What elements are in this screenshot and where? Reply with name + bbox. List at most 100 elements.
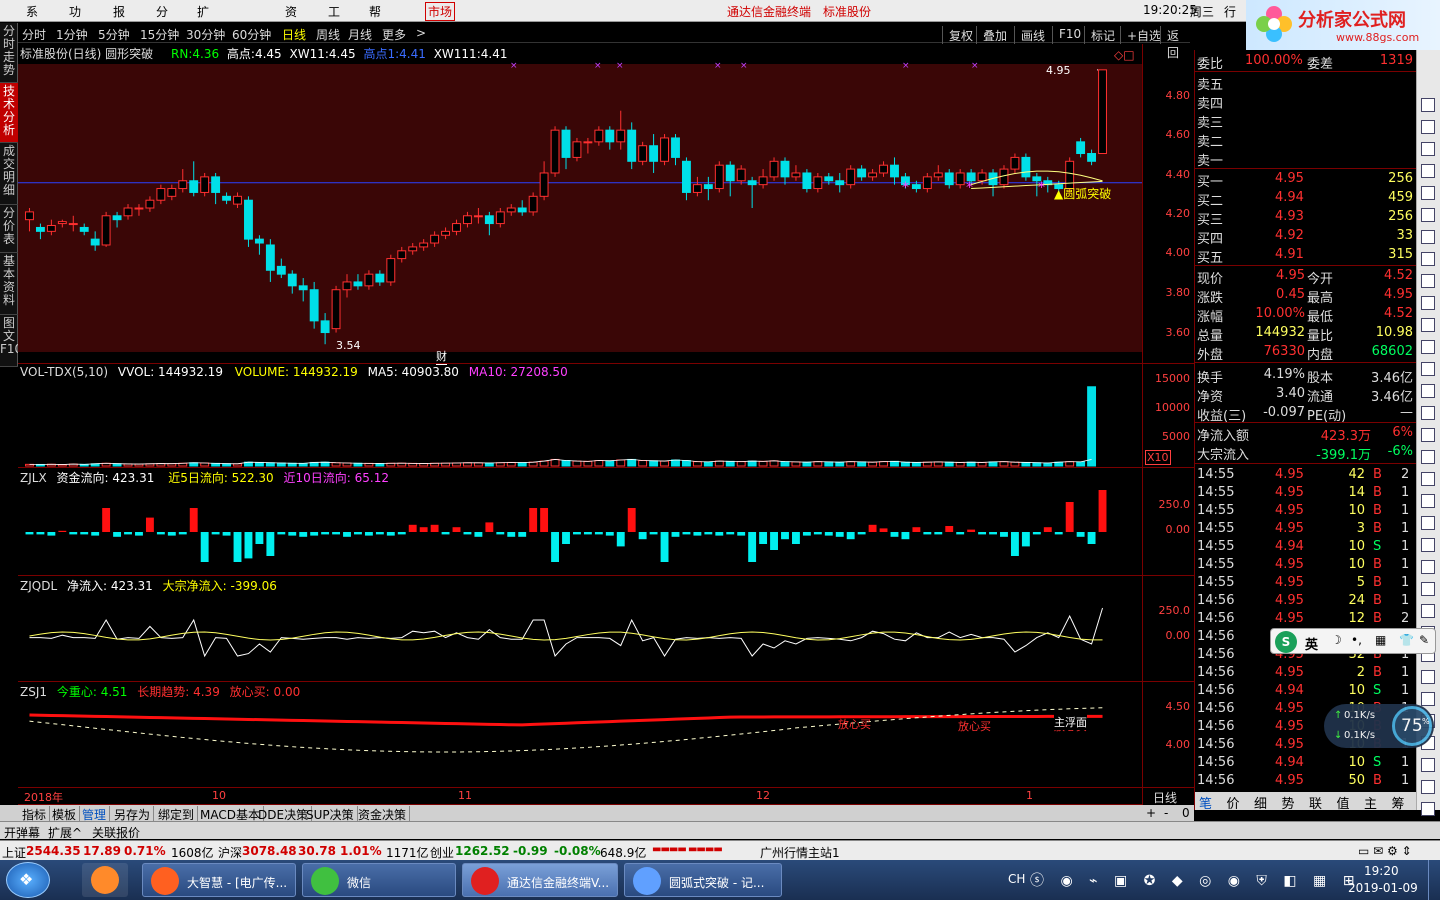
period-0[interactable]: 分时	[22, 26, 46, 43]
vol-bar-92	[1032, 462, 1042, 467]
side-tool-icon-18[interactable]	[1421, 494, 1435, 508]
side-tool-icon-4[interactable]	[1421, 186, 1435, 200]
moon-icon[interactable]: ☽	[1331, 633, 1342, 647]
side-tool-icon-19[interactable]	[1421, 516, 1435, 530]
left-tab-1[interactable]: 技术分析	[0, 83, 18, 143]
period-8[interactable]: 月线	[348, 26, 372, 43]
side-tool-icon-16[interactable]	[1421, 450, 1435, 464]
start-button[interactable]: ❖	[6, 862, 50, 898]
side-tool-icon-23[interactable]	[1421, 604, 1435, 618]
left-tab-0[interactable]: 分时走势	[0, 23, 18, 83]
period-7[interactable]: 周线	[316, 26, 340, 43]
quote-tab-0[interactable]: 笔	[1199, 793, 1212, 812]
left-tab-4[interactable]: 基本资料	[0, 253, 18, 315]
period-9[interactable]: 更多	[382, 26, 406, 43]
left-tab-5[interactable]: 图文F10	[0, 315, 22, 367]
side-tool-icon-22[interactable]	[1421, 582, 1435, 596]
quote-tab-6[interactable]: 主	[1364, 793, 1377, 812]
ime-lang[interactable]: 英	[1305, 634, 1318, 653]
side-tool-icon-1[interactable]	[1421, 120, 1435, 134]
quote-tab-3[interactable]: 势	[1282, 793, 1295, 812]
quote-tab-4[interactable]: 联	[1309, 793, 1322, 812]
side-tool-icon-9[interactable]	[1421, 296, 1435, 310]
zjlx-panel[interactable]: ZJLX 资金流向: 423.31 近5日流向: 522.30 近10日流向: …	[18, 468, 1142, 576]
menu-extra[interactable]: 行	[1224, 3, 1236, 20]
toolbar-button-1[interactable]: 叠加	[976, 26, 1013, 44]
side-tool-icon-11[interactable]	[1421, 340, 1435, 354]
network-speed-widget[interactable]: ↑ 0.1K/s ↓ 0.1K/s 75 %	[1324, 704, 1434, 748]
side-tool-icon-14[interactable]	[1421, 406, 1435, 420]
period-3[interactable]: 15分钟	[140, 26, 179, 43]
finance-marker[interactable]: 财	[436, 348, 447, 365]
side-tool-icon-30[interactable]	[1421, 758, 1435, 772]
side-tool-icon-8[interactable]	[1421, 274, 1435, 288]
zsj1-panel[interactable]: ZSJ1 今重心: 4.51 长期趋势: 4.39 放心买: 0.00 放心买 …	[18, 682, 1142, 788]
side-tool-icon-7[interactable]	[1421, 252, 1435, 266]
toolbar-button-6[interactable]: 返回	[1160, 26, 1190, 60]
side-tool-icon-12[interactable]	[1421, 362, 1435, 376]
server-station[interactable]: 广州行情主站1	[760, 844, 840, 861]
quote-tab-7[interactable]: 筹	[1392, 793, 1405, 812]
bottom-button-1[interactable]: 扩展^	[48, 824, 82, 841]
taskbar-task-0[interactable]: 大智慧 - [电广传...	[142, 863, 296, 897]
period-6[interactable]: 日线	[282, 26, 306, 43]
taskbar-task-3[interactable]: 圆弧式突破 - 记...	[624, 863, 782, 897]
volume-axis: X10 15000 10000 5000	[1142, 364, 1194, 468]
left-tab-2[interactable]: 成交明细	[0, 143, 18, 205]
status-icons[interactable]: ▭ ✉ ⚙ ⇕	[1358, 844, 1412, 858]
tray-time[interactable]: 19:20	[1364, 864, 1399, 878]
tray-date[interactable]: 2019-01-09	[1348, 881, 1418, 895]
volume-panel[interactable]: VOL-TDX(5,10) VVOL: 144932.19 VOLUME: 14…	[18, 364, 1142, 468]
market-button[interactable]: 市场	[425, 2, 456, 21]
period-4[interactable]: 30分钟	[186, 26, 225, 43]
period-1[interactable]: 1分钟	[56, 26, 88, 43]
bottom-ctrl-0[interactable]: +	[1146, 806, 1156, 820]
side-tool-icon-10[interactable]	[1421, 318, 1435, 332]
toolbar-button-2[interactable]: 画线	[1014, 26, 1051, 44]
tray-icons[interactable]: ⓢ ◉ ⌁ ▣ ✪ ◆ ◎ ◉ ⛨ ◧ ▦ ⊞	[1030, 870, 1360, 890]
ime-toolbar[interactable]: S 英 ☽ •, ▦ 👕 ✎	[1270, 628, 1436, 654]
input-lang[interactable]: CH	[1008, 872, 1025, 886]
bottom-ctrl-2[interactable]: 0	[1182, 806, 1190, 820]
side-tool-icon-32[interactable]	[1421, 802, 1435, 816]
task-label-2: 通达信金融终端V...	[507, 876, 610, 890]
taskbar-pin-app[interactable]	[82, 863, 128, 897]
quote-tab-5[interactable]: 值	[1337, 793, 1350, 812]
tools-icon[interactable]: ✎	[1419, 633, 1429, 647]
side-tool-icon-20[interactable]	[1421, 538, 1435, 552]
quote-tab-2[interactable]: 细	[1254, 793, 1267, 812]
toolbar-more-arrow[interactable]: >	[416, 26, 426, 40]
period-2[interactable]: 5分钟	[98, 26, 130, 43]
punct-icon[interactable]: •,	[1351, 633, 1362, 647]
side-tool-icon-6[interactable]	[1421, 230, 1435, 244]
side-tool-icon-5[interactable]	[1421, 208, 1435, 222]
left-tab-3[interactable]: 分价表	[0, 205, 18, 253]
side-tool-icon-2[interactable]	[1421, 142, 1435, 156]
side-tool-icon-17[interactable]	[1421, 472, 1435, 486]
zjqdl-panel[interactable]: ZJQDL 净流入: 423.31 大宗净流入: -399.06	[18, 576, 1142, 682]
skin-icon[interactable]: 👕	[1399, 633, 1414, 647]
toolbar-button-4[interactable]: 标记	[1084, 26, 1121, 44]
side-tool-icon-26[interactable]	[1421, 670, 1435, 684]
taskbar-task-2[interactable]: 通达信金融终端V...	[462, 863, 618, 897]
side-tool-icon-21[interactable]	[1421, 560, 1435, 574]
panel-collapse-icon[interactable]: ◇□	[1114, 48, 1135, 62]
side-tool-icon-3[interactable]	[1421, 164, 1435, 178]
taskbar-task-1[interactable]: 微信	[302, 863, 456, 897]
side-tool-icon-15[interactable]	[1421, 428, 1435, 442]
toolbar-button-0[interactable]: 复权	[942, 26, 979, 44]
side-tool-icon-0[interactable]	[1421, 98, 1435, 112]
side-tool-icon-13[interactable]	[1421, 384, 1435, 398]
kline-panel[interactable]: × × × × × × × * * * 标准股份(日线) 圆形突破 RN:4.36 高点:4.45…	[18, 44, 1142, 365]
side-tool-icon-27[interactable]	[1421, 692, 1435, 706]
period-5[interactable]: 60分钟	[232, 26, 271, 43]
keyboard-icon[interactable]: ▦	[1375, 633, 1386, 647]
sogou-s-icon[interactable]: S	[1275, 631, 1297, 653]
bottom-button-0[interactable]: 开弹幕	[4, 824, 40, 841]
bottom-button-2[interactable]: 关联报价	[92, 824, 140, 841]
quote-tab-1[interactable]: 价	[1227, 793, 1240, 812]
bottom-ctrl-1[interactable]: -	[1164, 806, 1168, 820]
side-tool-icon-31[interactable]	[1421, 780, 1435, 794]
show-desktop-button[interactable]	[1428, 860, 1440, 900]
toolbar-button-3[interactable]: F10	[1052, 26, 1087, 44]
